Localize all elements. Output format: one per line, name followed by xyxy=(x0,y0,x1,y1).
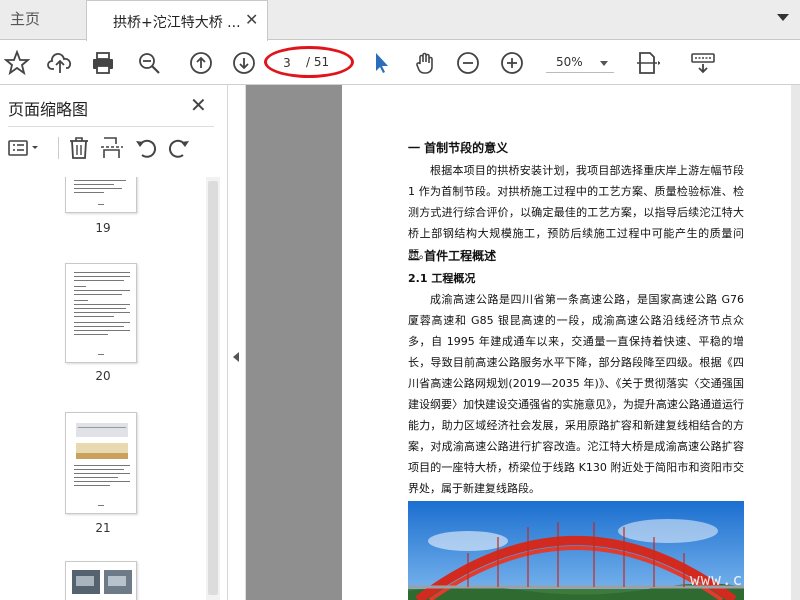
tab-document[interactable]: 拱桥+沱江特大桥 ... ✕ xyxy=(86,0,268,41)
zoom-out-magnifier-icon[interactable] xyxy=(136,50,162,76)
thumbnail-page-20[interactable] xyxy=(65,263,137,363)
select-cursor-icon[interactable] xyxy=(368,50,394,76)
tab-dropdown-icon[interactable] xyxy=(777,14,789,21)
star-icon[interactable] xyxy=(3,49,31,76)
toolbar-divider xyxy=(58,137,59,159)
thumbnail-panel: 页面缩略图 ✕ 19 20 21 xyxy=(0,85,228,600)
delete-page-icon[interactable] xyxy=(66,135,92,161)
thumbnail-label: 21 xyxy=(95,521,111,535)
thumbnail-page-21[interactable] xyxy=(65,412,137,514)
tab-home[interactable]: 主页 xyxy=(10,8,40,29)
thumbnail-options-icon[interactable] xyxy=(6,135,42,161)
subsection-heading: 2.1 工程概况 xyxy=(408,272,476,285)
thumbnail-page-19[interactable] xyxy=(65,177,137,213)
thumbnail-label: 20 xyxy=(95,369,111,383)
print-icon[interactable] xyxy=(90,50,116,76)
thumbnail-page-22[interactable] xyxy=(65,561,137,600)
thumbnail-panel-title: 页面缩略图 xyxy=(8,100,89,119)
thumbnail-label: 19 xyxy=(95,221,111,235)
fit-page-icon[interactable] xyxy=(634,50,661,76)
thumbnail-scrollbar-thumb[interactable] xyxy=(208,181,218,595)
thumbnail-list: 19 20 21 xyxy=(0,177,206,600)
toolbar: / 51 50% xyxy=(0,41,800,85)
section-heading-2: 二 首件工程概述 xyxy=(408,249,497,263)
hand-icon[interactable] xyxy=(412,50,438,76)
keyboard-icon[interactable] xyxy=(690,50,716,76)
panel-close-icon[interactable]: ✕ xyxy=(190,93,207,117)
next-page-icon[interactable] xyxy=(231,50,257,76)
page-total: / 51 xyxy=(306,55,330,69)
zoom-level[interactable]: 50% xyxy=(556,55,583,69)
tab-bar: 主页 拱桥+沱江特大桥 ... ✕ xyxy=(0,0,800,41)
section-heading-1: 一 首制节段的意义 xyxy=(408,141,509,155)
panel-collapse-strip[interactable] xyxy=(229,85,246,600)
rotate-left-icon[interactable] xyxy=(133,135,159,161)
zoom-minus-icon[interactable] xyxy=(455,50,481,76)
collapse-panel-icon[interactable] xyxy=(233,352,239,362)
paragraph-2: 成渝高速公路是四川省第一条高速公路，是国家高速公路 G76 厦蓉高速和 G85 … xyxy=(408,293,744,495)
paragraph-1: 根据本项目的拱桥安装计划，我项目部选择重庆岸上游左幅节段 1 作为首制节段。对拱… xyxy=(408,164,744,261)
page-number-input[interactable] xyxy=(276,54,298,72)
upload-icon[interactable] xyxy=(47,50,73,76)
watermark: www.cnshu.com xyxy=(690,570,800,589)
zoom-plus-icon[interactable] xyxy=(499,50,525,76)
tab-close-icon[interactable]: ✕ xyxy=(245,10,258,29)
insert-page-icon[interactable] xyxy=(99,135,125,161)
document-scrollbar[interactable] xyxy=(791,85,800,600)
zoom-field-underline xyxy=(546,72,614,73)
panel-divider xyxy=(8,126,214,127)
prev-page-icon[interactable] xyxy=(188,50,214,76)
zoom-dropdown-icon[interactable] xyxy=(600,61,608,66)
rotate-right-icon[interactable] xyxy=(166,135,192,161)
tab-title: 拱桥+沱江特大桥 ... xyxy=(113,15,241,31)
